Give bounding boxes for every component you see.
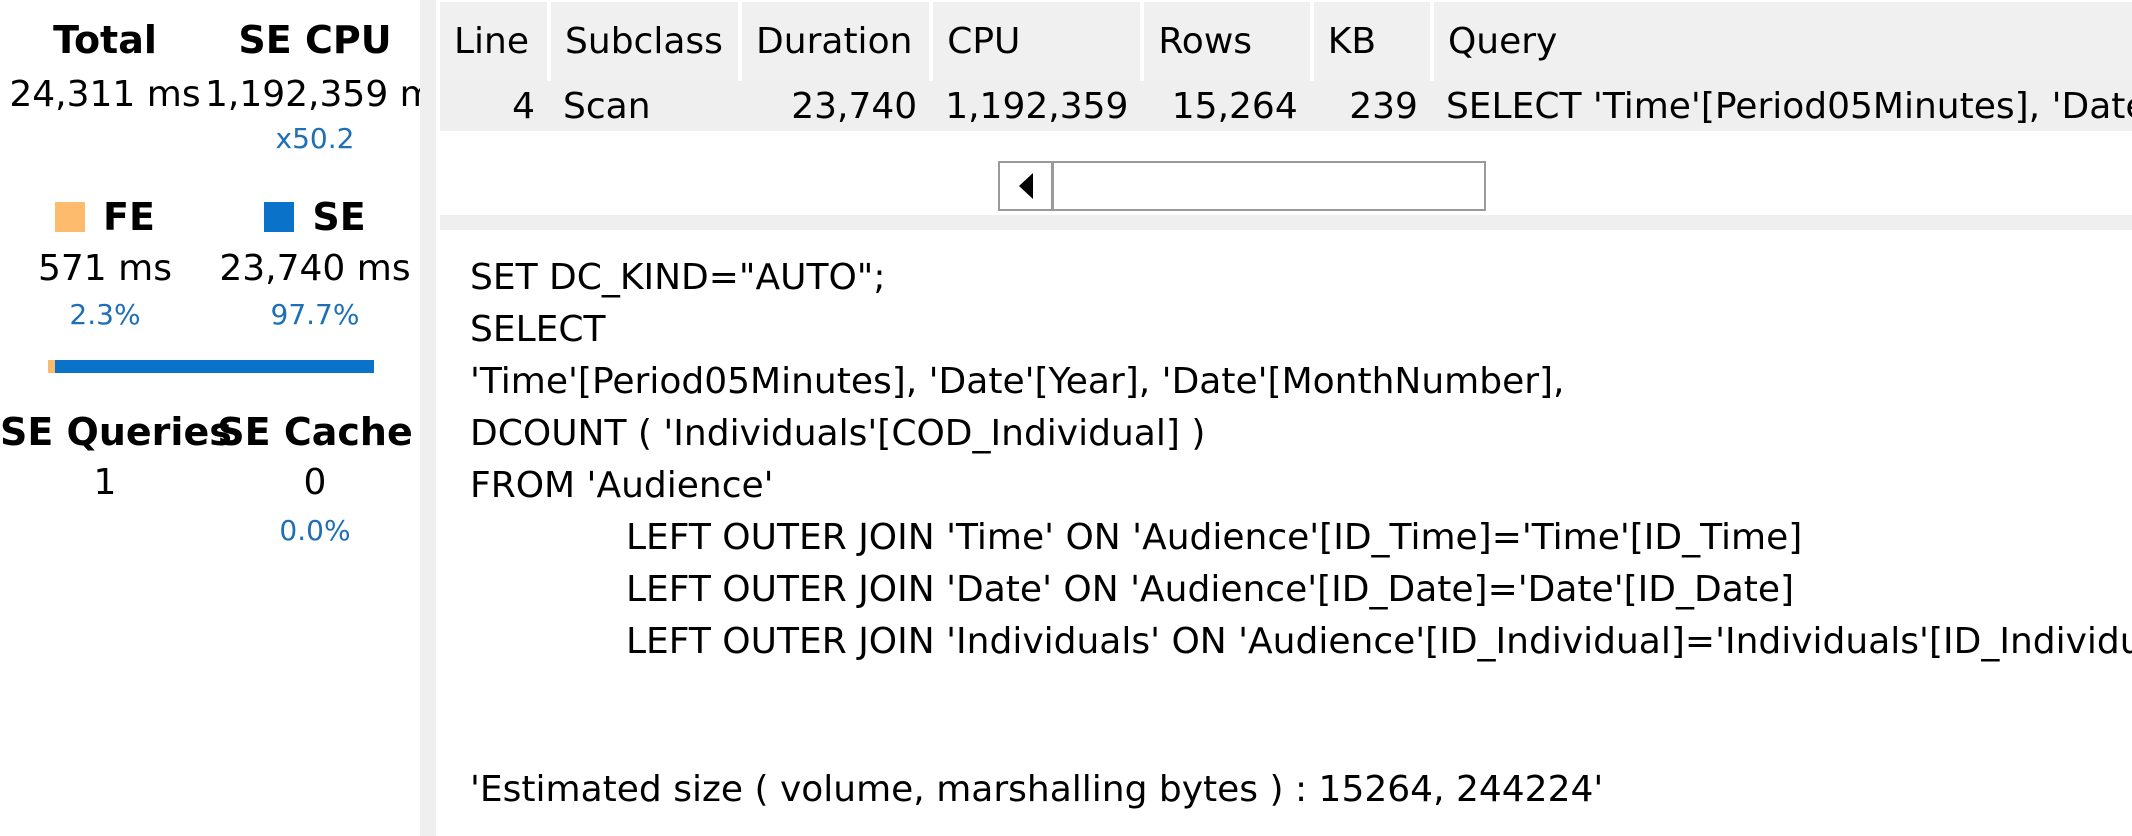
query-line: SET DC_KIND="AUTO"; <box>470 257 886 298</box>
cell-duration: 23,740 <box>740 81 932 131</box>
query-text: SET DC_KIND="AUTO"; SELECT 'Time'[Period05… <box>470 252 2132 668</box>
cell-cpu: 1,192,359 <box>931 81 1143 131</box>
se-cpu-value: 1,192,359 ms <box>205 74 420 115</box>
se-cache-percent: 0.0% <box>279 514 351 547</box>
column-header-duration[interactable]: Duration <box>740 0 934 81</box>
total-label: Total <box>53 18 157 62</box>
fe-percent: 2.3% <box>69 298 141 331</box>
fe-se-split-bar <box>48 360 374 373</box>
scroll-left-button[interactable] <box>1000 163 1054 209</box>
se-queries-table: Line Subclass Duration CPU Rows KB Query… <box>440 0 2132 131</box>
panel-splitter[interactable] <box>420 0 436 836</box>
fe-bar-segment <box>48 360 55 373</box>
se-cpu-label: SE CPU <box>238 18 392 62</box>
horizontal-scrollbar[interactable] <box>998 161 1486 211</box>
cell-query: SELECT 'Time'[Period05Minutes], 'Date'[Y… <box>1431 81 2132 131</box>
se-queries-value: 1 <box>93 462 117 503</box>
cell-subclass: Scan <box>549 81 741 131</box>
se-legend: SE <box>210 195 420 239</box>
cell-kb: 239 <box>1311 81 1432 131</box>
se-bar-segment <box>55 360 374 373</box>
se-legend-swatch <box>264 202 295 232</box>
se-value: 23,740 ms <box>219 248 411 289</box>
query-line: LEFT OUTER JOIN 'Individuals' ON 'Audien… <box>626 621 2132 662</box>
query-line: SELECT <box>470 309 606 350</box>
query-text-pane[interactable]: SET DC_KIND="AUTO"; SELECT 'Time'[Period05… <box>440 230 2132 836</box>
grid-header-row: Line Subclass Duration CPU Rows KB Query <box>440 0 2132 81</box>
se-queries-grid: Line Subclass Duration CPU Rows KB Query… <box>440 0 2132 215</box>
se-percent: 97.7% <box>270 298 360 331</box>
estimated-size-note: 'Estimated size ( volume, marshalling by… <box>470 769 1604 810</box>
server-timings-summary: Total SE CPU 24,311 ms 1,192,359 ms x50.… <box>0 0 420 836</box>
se-label: SE <box>312 195 366 239</box>
se-queries-label: SE Queries <box>0 410 232 454</box>
fe-legend: FE <box>0 195 210 239</box>
fe-value: 571 ms <box>38 248 172 289</box>
query-line: 'Time'[Period05Minutes], 'Date'[Year], '… <box>470 361 1565 402</box>
query-line: LEFT OUTER JOIN 'Time' ON 'Audience'[ID_… <box>626 517 1803 558</box>
se-cache-label: SE Cache <box>217 410 413 454</box>
cell-rows: 15,264 <box>1142 81 1312 131</box>
column-header-line[interactable]: Line <box>440 0 552 81</box>
query-line: FROM 'Audience' <box>470 465 774 506</box>
column-header-subclass[interactable]: Subclass <box>549 0 743 81</box>
se-cache-value: 0 <box>303 462 327 503</box>
se-cpu-ratio: x50.2 <box>275 122 355 155</box>
column-header-cpu[interactable]: CPU <box>931 0 1145 81</box>
column-header-kb[interactable]: KB <box>1311 0 1434 81</box>
column-header-rows[interactable]: Rows <box>1142 0 1314 81</box>
query-line: DCOUNT ( 'Individuals'[COD_Individual] ) <box>470 413 1206 454</box>
cell-line: 4 <box>440 81 550 131</box>
table-row[interactable]: 4 Scan 23,740 1,192,359 15,264 239 SELEC… <box>440 81 2132 131</box>
fe-legend-swatch <box>55 202 86 232</box>
total-value: 24,311 ms <box>9 74 201 115</box>
fe-label: FE <box>103 195 155 239</box>
pane-splitter[interactable] <box>440 215 2132 230</box>
column-header-query[interactable]: Query <box>1431 0 2132 81</box>
chevron-left-icon <box>1018 173 1033 199</box>
query-line: LEFT OUTER JOIN 'Date' ON 'Audience'[ID_… <box>626 569 1795 610</box>
